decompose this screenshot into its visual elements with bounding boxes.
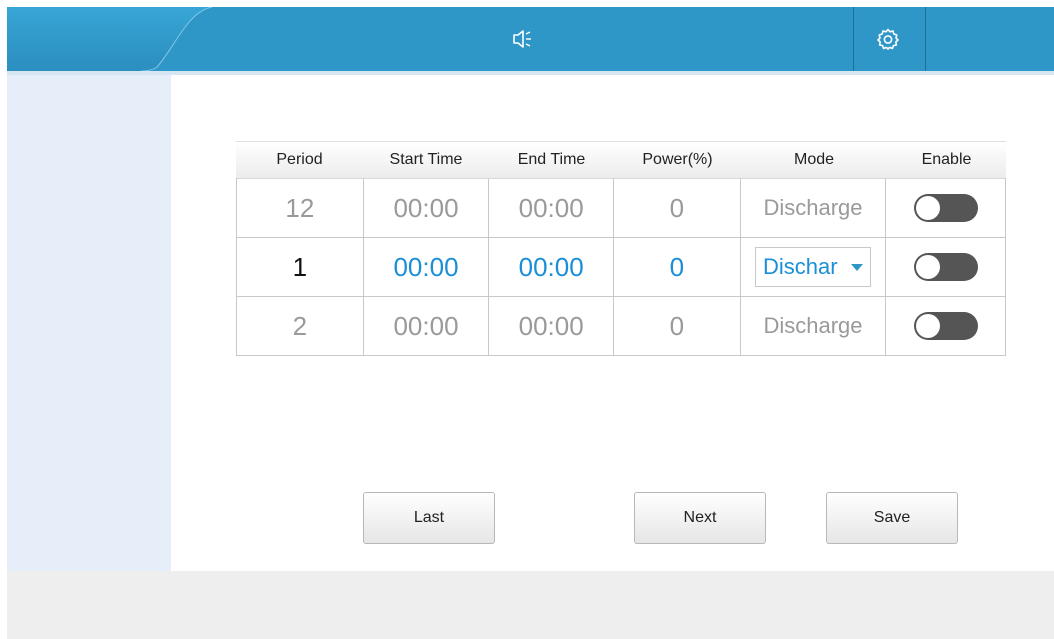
power-input[interactable]: 0 <box>614 238 741 296</box>
mode-cell: Discharge <box>741 179 887 237</box>
enable-toggle[interactable] <box>913 253 978 281</box>
end-time-cell: 00:00 <box>489 179 615 237</box>
enable-toggle <box>913 194 978 222</box>
save-button[interactable]: Save <box>826 492 958 544</box>
footer-bar <box>7 571 1054 639</box>
caret-down-icon <box>851 263 863 271</box>
last-button[interactable]: Last <box>363 492 495 544</box>
period-cell: 12 <box>237 179 364 237</box>
top-bar <box>7 7 1054 71</box>
enable-cell <box>886 238 1005 296</box>
enable-cell <box>886 179 1005 237</box>
table-header: Period Start Time End Time Power(%) Mode… <box>236 141 1006 178</box>
start-time-cell: 00:00 <box>364 297 490 355</box>
mode-select-value: Dischar <box>763 254 838 279</box>
period-cell: 2 <box>237 297 364 355</box>
next-button[interactable]: Next <box>634 492 766 544</box>
speaker-icon[interactable] <box>508 25 538 53</box>
mode-cell: Discharge <box>741 297 887 355</box>
schedule-table: Period Start Time End Time Power(%) Mode… <box>236 141 1006 356</box>
header-divider <box>853 7 854 71</box>
table-row: 2 00:00 00:00 0 Discharge <box>237 296 1005 355</box>
app-screen: Period Start Time End Time Power(%) Mode… <box>0 0 1054 639</box>
mode-cell: Dischar <box>741 238 887 296</box>
table-row-active: 1 00:00 00:00 0 Dischar <box>237 237 1005 296</box>
header-divider <box>925 7 926 71</box>
power-cell: 0 <box>614 297 741 355</box>
column-header-power: Power(%) <box>642 151 713 168</box>
column-header-mode: Mode <box>793 151 835 168</box>
start-time-input[interactable]: 00:00 <box>364 238 490 296</box>
column-header-end-time: End Time <box>517 151 586 168</box>
header-swoosh-decoration <box>7 7 213 71</box>
column-header-start-time: Start Time <box>389 151 463 168</box>
mode-select[interactable]: Dischar <box>755 247 871 287</box>
table-row: 12 00:00 00:00 0 Discharge <box>237 178 1005 237</box>
column-header-period: Period <box>276 151 323 168</box>
period-cell: 1 <box>237 238 364 296</box>
enable-toggle <box>913 312 978 340</box>
end-time-cell: 00:00 <box>489 297 615 355</box>
enable-cell <box>886 297 1005 355</box>
toggle-knob <box>915 196 940 220</box>
power-cell: 0 <box>614 179 741 237</box>
table-body: 12 00:00 00:00 0 Discharge 1 00:00 00:00… <box>236 178 1006 356</box>
start-time-cell: 00:00 <box>364 179 490 237</box>
sidebar <box>7 75 171 571</box>
toggle-knob <box>915 255 940 279</box>
column-header-enable: Enable <box>921 151 972 168</box>
gear-icon[interactable] <box>873 25 903 53</box>
end-time-input[interactable]: 00:00 <box>489 238 615 296</box>
toggle-knob <box>915 314 940 338</box>
